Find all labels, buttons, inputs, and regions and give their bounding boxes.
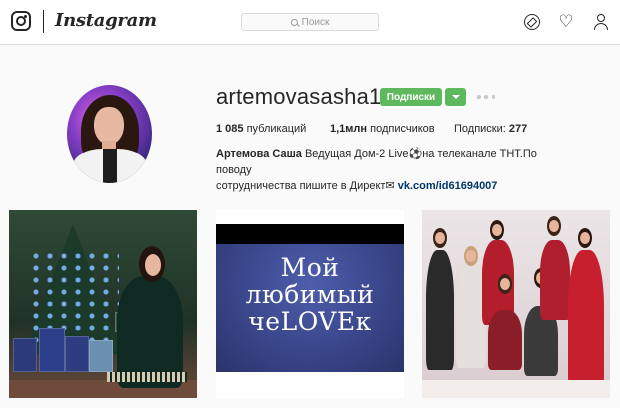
more-options-icon[interactable] <box>477 88 495 106</box>
following-button[interactable]: Подписки <box>380 88 442 106</box>
following-count: 277 <box>508 123 528 135</box>
search-placeholder: Поиск <box>301 16 330 28</box>
post-thumbnail-3[interactable] <box>422 210 610 398</box>
posts-stat[interactable]: 1 085 публикаций <box>216 123 306 135</box>
compass-icon[interactable] <box>524 14 540 30</box>
followers-stat[interactable]: 1,1млн подписчиков <box>330 123 435 135</box>
heart-icon[interactable]: ♡ <box>558 13 574 30</box>
following-label: Подписки: <box>454 123 506 135</box>
posts-count: 1 085 <box>216 123 244 135</box>
profile-bio: Артемова Саша Ведущая Дом-2 Live⚽на теле… <box>216 146 546 194</box>
profile-username: artemovasasha1 <box>216 84 382 109</box>
logo-divider <box>43 10 44 33</box>
post-thumbnail-1[interactable] <box>9 210 197 398</box>
bio-name: Артемова Саша <box>216 148 302 160</box>
followers-count: 1,1млн <box>330 123 368 135</box>
profile-avatar[interactable] <box>67 85 152 183</box>
sweater-print-text: Мой любимый чеLOVEк <box>245 253 375 336</box>
search-icon <box>290 18 298 26</box>
bio-text-2: сотрудничества пишите в Директ✉ <box>216 180 395 192</box>
top-nav: Instagram Поиск ♡ <box>0 0 620 45</box>
search-input[interactable]: Поиск <box>241 13 379 31</box>
following-stat[interactable]: Подписки: 277 <box>454 123 527 135</box>
person-icon[interactable] <box>593 14 609 30</box>
bio-link[interactable]: vk.com/id61694007 <box>398 180 498 192</box>
posts-label: публикаций <box>246 123 307 135</box>
instagram-wordmark[interactable]: Instagram <box>55 10 157 31</box>
suggestions-dropdown-button[interactable] <box>445 88 466 106</box>
followers-label: подписчиков <box>370 123 435 135</box>
post-thumbnail-2[interactable]: Мой любимый чеLOVEк <box>216 210 404 398</box>
instagram-camera-icon[interactable] <box>11 11 31 31</box>
